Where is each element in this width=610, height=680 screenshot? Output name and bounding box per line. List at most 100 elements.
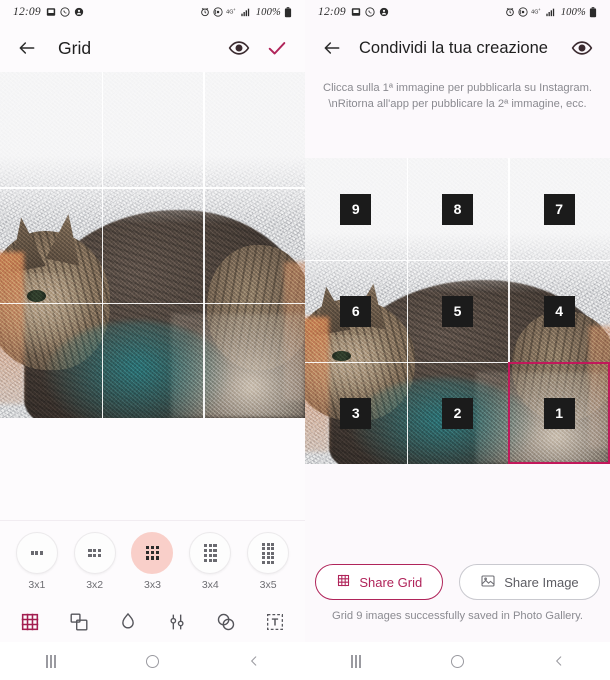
app-icon	[379, 7, 389, 17]
whatsapp-icon	[60, 7, 70, 17]
preview-eye-icon[interactable]	[568, 34, 596, 62]
right-app-bar: Condividi la tua creazione	[305, 24, 610, 72]
image-icon	[480, 573, 496, 592]
grid-size-option-3x1[interactable]: 3x1	[15, 532, 58, 591]
grid-size-label: 3x2	[86, 579, 104, 591]
blend-circles-tool-icon[interactable]	[212, 608, 240, 636]
screenshot-icon	[46, 7, 56, 17]
grid-cell-number: 9	[340, 193, 372, 225]
status-bar-left: 12:09 4G + 100%	[0, 0, 305, 24]
grid-cell-number: 6	[340, 295, 372, 327]
grid-cell-number: 3	[340, 397, 372, 429]
app-icon	[74, 7, 84, 17]
grid-cell-number: 1	[543, 397, 575, 429]
cat-photo-image	[0, 72, 305, 418]
nav-back-icon[interactable]	[236, 648, 272, 674]
share-actions: Share Grid Share Image	[305, 564, 610, 600]
right-photo-wrap: 9 8 7 6 5 4 3 2 1	[305, 158, 610, 464]
blur-drop-tool-icon[interactable]	[114, 608, 142, 636]
signal-icon	[545, 7, 556, 17]
grid-size-icon-3x1	[15, 532, 58, 574]
right-phone-screen: 12:09 4G + 100% Condividi la tua creazio…	[305, 0, 610, 680]
battery-level: 100%	[255, 6, 281, 18]
signal-icon	[240, 7, 251, 17]
wifi-hotspot-icon	[213, 7, 223, 17]
grid-cell-number: 8	[441, 193, 473, 225]
whatsapp-icon	[365, 7, 375, 17]
grid-cell[interactable]: 5	[407, 260, 509, 362]
grid-cell-selected[interactable]: 1	[508, 362, 610, 464]
status-bar-right: 12:09 4G + 100%	[305, 0, 610, 24]
svg-text:+: +	[538, 7, 541, 12]
left-photo-wrap	[0, 72, 305, 418]
dual-screenshot-container: 12:09 4G + 100% Grid 3x1 3x2 3x3 3x4 3x5…	[0, 0, 610, 680]
status-left-icons	[46, 7, 84, 17]
status-right-icons: 4G + 100%	[505, 7, 597, 18]
nav-home-icon[interactable]	[134, 648, 170, 674]
grid-icon	[336, 573, 351, 591]
share-grid-button[interactable]: Share Grid	[315, 564, 444, 600]
left-app-bar: Grid	[0, 24, 305, 72]
grid-size-option-3x3[interactable]: 3x3	[131, 532, 174, 591]
alarm-icon	[200, 7, 210, 17]
grid-size-option-3x2[interactable]: 3x2	[73, 532, 116, 591]
grid-size-icon-3x3	[131, 532, 174, 574]
grid-cells: 9 8 7 6 5 4 3 2 1	[305, 158, 610, 464]
publish-hint: Clicca sulla 1ª immagine per pubblicarla…	[305, 72, 610, 112]
nav-recents-icon[interactable]	[33, 648, 69, 674]
grid-cell[interactable]: 4	[508, 260, 610, 362]
grid-size-label: 3x4	[201, 579, 219, 591]
numbered-grid-preview: 9 8 7 6 5 4 3 2 1	[305, 158, 610, 464]
nfc-icon: 4G +	[226, 7, 237, 17]
grid-cell-number: 5	[441, 295, 473, 327]
grid-size-label: 3x1	[28, 579, 46, 591]
adjust-sliders-tool-icon[interactable]	[163, 608, 191, 636]
grid-size-icon-3x2	[73, 532, 116, 574]
grid-cell-number: 7	[543, 193, 575, 225]
publish-hint-line1: Clicca sulla 1ª immagine per pubblicarla…	[322, 82, 593, 94]
grid-size-label: 3x3	[144, 579, 161, 591]
text-tool-icon[interactable]	[261, 608, 289, 636]
publish-hint-line2: \nRitorna all'app per pubblicare la 2ª i…	[328, 98, 587, 110]
grid-cell[interactable]: 8	[407, 158, 509, 260]
nav-recents-icon[interactable]	[338, 648, 374, 674]
grid-size-selector: 3x1 3x2 3x3 3x4 3x5	[0, 520, 305, 602]
grid-tool-icon[interactable]	[16, 608, 44, 636]
screenshot-icon	[351, 7, 361, 17]
nav-back-icon[interactable]	[541, 648, 577, 674]
arrow-left-icon[interactable]	[319, 35, 345, 61]
arrow-left-icon[interactable]	[14, 35, 40, 61]
alarm-icon	[505, 7, 515, 17]
saved-status-text: Grid 9 images successfully saved in Phot…	[332, 610, 583, 622]
grid-photo-preview[interactable]	[0, 72, 305, 418]
share-image-label: Share Image	[504, 574, 579, 590]
status-left-icons	[351, 7, 389, 17]
share-image-button[interactable]: Share Image	[459, 564, 600, 600]
grid-cell[interactable]: 6	[305, 260, 407, 362]
status-time: 12:09	[13, 6, 41, 18]
preview-eye-icon[interactable]	[225, 34, 253, 62]
grid-cell-number: 2	[441, 397, 473, 429]
share-grid-label: Share Grid	[359, 574, 423, 590]
battery-icon	[589, 6, 597, 18]
confirm-check-icon[interactable]	[263, 34, 291, 62]
nav-home-icon[interactable]	[439, 648, 475, 674]
grid-cell[interactable]: 3	[305, 362, 407, 464]
grid-size-option-3x4[interactable]: 3x4	[189, 532, 232, 591]
grid-cell[interactable]: 2	[407, 362, 509, 464]
wifi-hotspot-icon	[518, 7, 528, 17]
grid-cell[interactable]: 7	[508, 158, 610, 260]
layers-tool-icon[interactable]	[65, 608, 93, 636]
nfc-icon: 4G +	[531, 7, 542, 17]
left-phone-screen: 12:09 4G + 100% Grid 3x1 3x2 3x3 3x4 3x5	[0, 0, 305, 680]
grid-size-icon-3x5	[247, 532, 290, 574]
android-navbar-right	[305, 642, 610, 680]
battery-level: 100%	[560, 6, 586, 18]
editor-toolbar	[0, 602, 305, 642]
status-time: 12:09	[318, 6, 346, 18]
grid-cell[interactable]: 9	[305, 158, 407, 260]
page-title: Condividi la tua creazione	[359, 38, 548, 57]
grid-cell-number: 4	[543, 295, 575, 327]
grid-size-icon-3x4	[189, 532, 232, 574]
grid-size-option-3x5[interactable]: 3x5	[247, 532, 290, 591]
